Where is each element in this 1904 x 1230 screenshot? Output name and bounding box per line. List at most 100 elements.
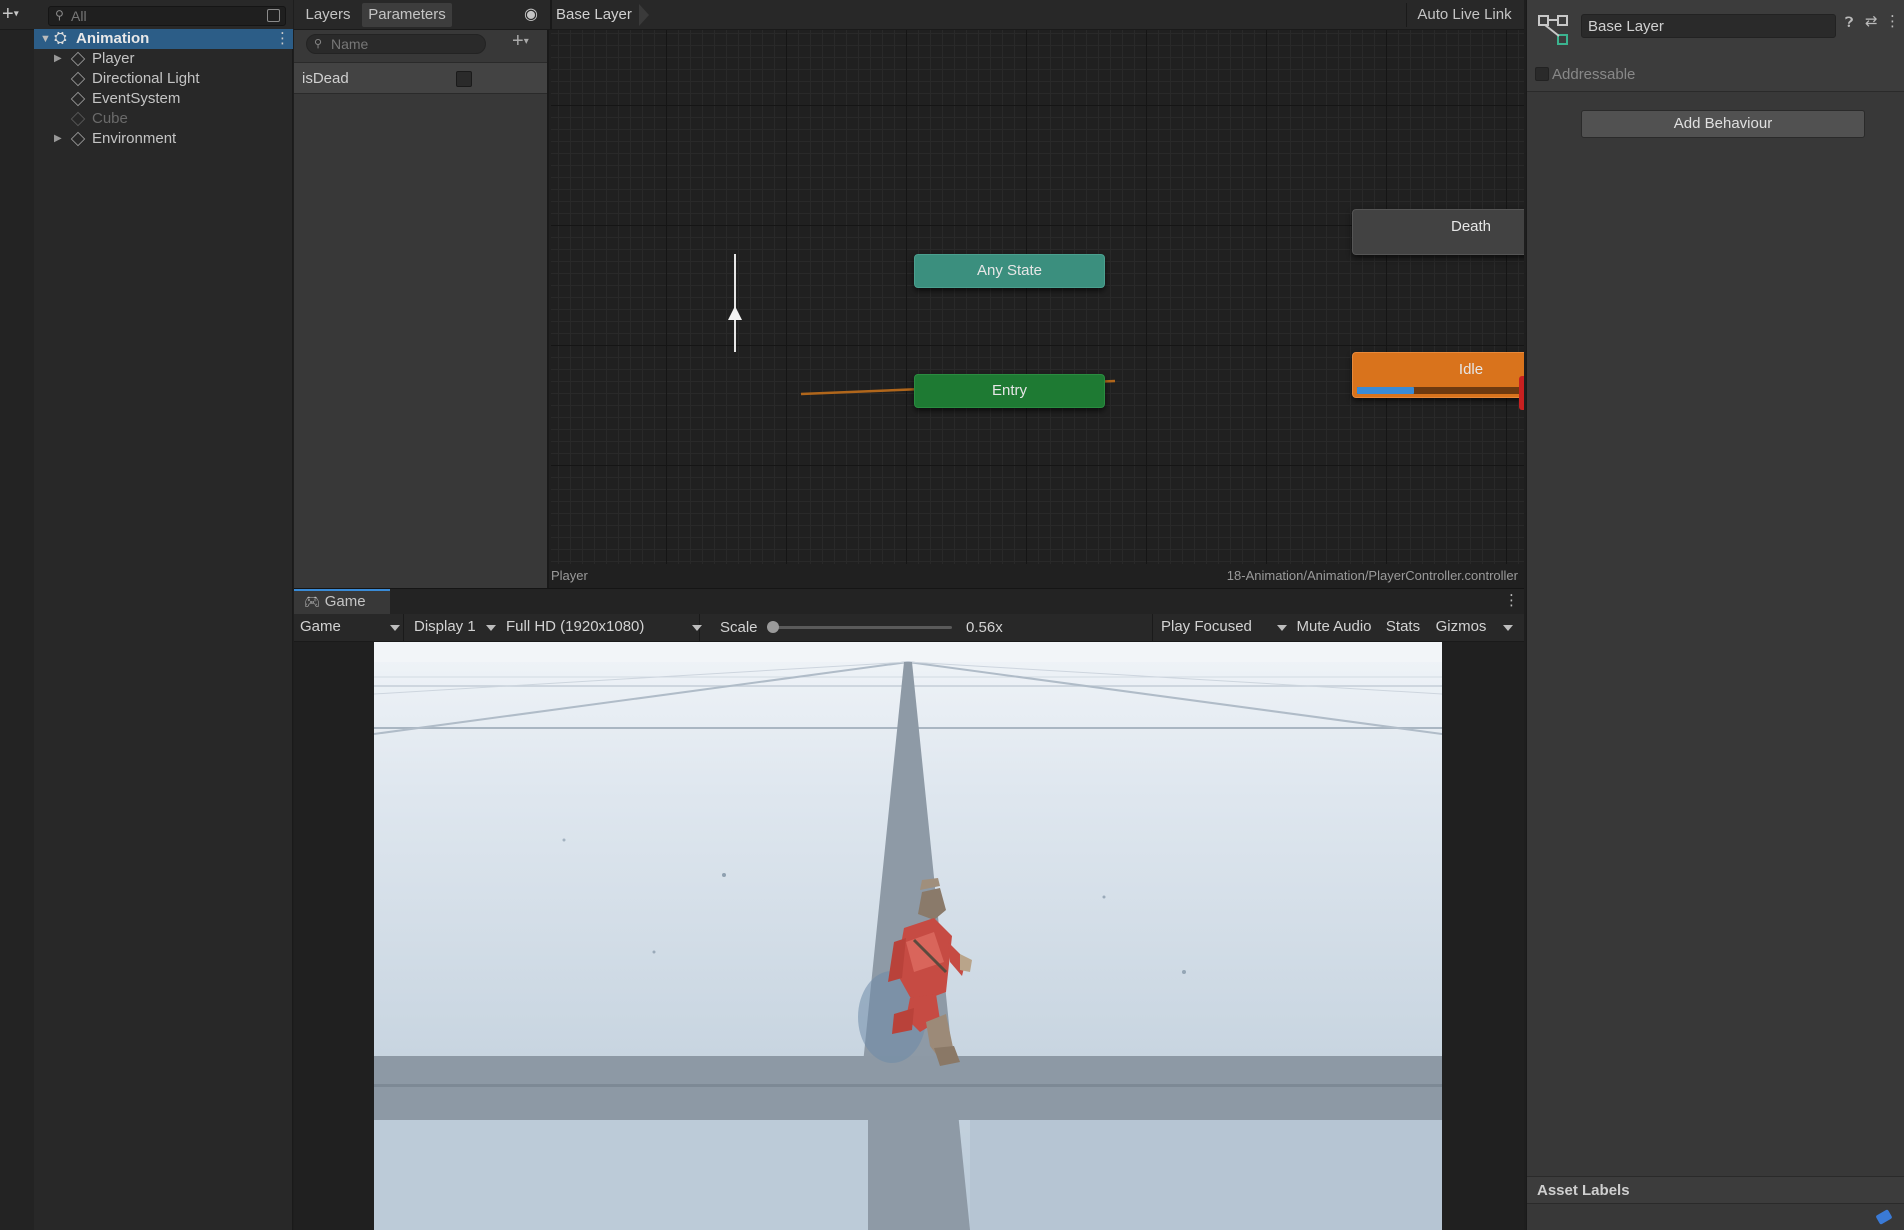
breadcrumb-base-layer[interactable]: Base Layer — [556, 3, 648, 27]
chevron-down-icon — [692, 625, 702, 631]
gameobject-icon — [70, 91, 86, 107]
hierarchy-gutter — [0, 30, 34, 1230]
display-label: Display 1 — [414, 618, 476, 635]
animator-window: Layers Parameters ◉ Base Layer Auto Live… — [294, 0, 1524, 588]
resolution-label: Full HD (1920x1080) — [506, 618, 645, 635]
state-death[interactable]: Death — [1352, 209, 1524, 255]
inspector-header: Base Layer ❓︎ ⇄ ⋮ Addressable — [1527, 0, 1904, 92]
tab-game-label: Game — [324, 593, 366, 610]
hierarchy-toolbar: +▾ ⚲ All — [0, 0, 293, 30]
gameobject-icon — [70, 51, 86, 67]
search-placeholder: Name — [331, 36, 369, 52]
search-icon: ⚲ — [314, 38, 323, 50]
state-machine-graph[interactable]: Any State Entry Death Idle — [551, 30, 1524, 564]
label-tag-icon[interactable] — [1875, 1209, 1893, 1225]
layer-name-field[interactable]: Base Layer — [1581, 14, 1836, 38]
stats-button[interactable]: Stats — [1380, 614, 1426, 642]
parameter-search-input[interactable]: ⚲ Name — [306, 34, 486, 54]
hierarchy-item-environment[interactable]: ▶ Environment — [34, 129, 293, 149]
auto-live-link-button[interactable]: Auto Live Link — [1406, 3, 1522, 27]
state-label: Death — [1450, 218, 1492, 235]
scale-slider-thumb[interactable] — [767, 621, 779, 633]
state-machine-icon — [1538, 15, 1568, 45]
resolution-dropdown[interactable]: Full HD (1920x1080) — [500, 614, 702, 642]
state-label: Entry — [991, 382, 1027, 399]
game-menu-icon[interactable]: ⋮ — [1504, 591, 1519, 609]
gameobject-icon — [70, 71, 86, 87]
tab-game[interactable]: 🎮︎ Game — [294, 589, 390, 615]
preset-icon[interactable]: ⇄ — [1865, 12, 1878, 30]
hierarchy-item-player[interactable]: ▶ Player — [34, 49, 293, 69]
gamepad-icon: 🎮︎ — [304, 594, 321, 609]
add-behaviour-button[interactable]: Add Behaviour — [1581, 110, 1865, 138]
hierarchy-item-directional-light[interactable]: Directional Light — [34, 69, 293, 89]
view-mode-dropdown[interactable]: Game — [294, 614, 404, 642]
transitions-layer — [728, 254, 1116, 396]
animator-footer: Player 18-Animation/Animation/PlayerCont… — [551, 564, 1524, 588]
eye-icon[interactable]: ◉ — [524, 4, 538, 24]
display-dropdown[interactable]: Display 1 — [406, 614, 498, 642]
add-parameter-icon[interactable]: +▾ — [512, 30, 529, 53]
search-placeholder: All — [71, 8, 87, 24]
scale-value: 0.56x — [966, 619, 1003, 636]
gameobject-icon — [70, 111, 86, 127]
hierarchy-panel: +▾ ⚲ All ▼ ⛭ Animation ⋮ ▶ Player Direct… — [0, 0, 293, 1230]
footer-object-name: Player — [551, 568, 588, 583]
chevron-down-icon — [1503, 625, 1513, 631]
tab-layers[interactable]: Layers — [296, 3, 360, 27]
game-toolbar: Game Display 1 Full HD (1920x1080) Scale… — [294, 614, 1524, 642]
hierarchy-item-label: Environment — [92, 130, 177, 147]
parameter-row-isdead[interactable]: isDead — [294, 62, 547, 94]
hierarchy-item-label: Player — [92, 50, 135, 67]
game-tab-bar: 🎮︎ Game ⋮ — [294, 588, 1524, 615]
state-entry[interactable]: Entry — [914, 374, 1105, 408]
hierarchy-item-cube[interactable]: Cube — [34, 109, 293, 129]
hierarchy-item-label: Directional Light — [92, 70, 200, 87]
scene-menu-icon[interactable]: ⋮ — [275, 29, 290, 49]
asset-labels-title: Asset Labels — [1537, 1182, 1630, 1199]
game-render — [374, 642, 1442, 1230]
search-icon: ⚲ — [55, 8, 64, 22]
create-dropdown-button[interactable]: +▾ — [2, 4, 36, 26]
view-mode-label: Game — [300, 618, 341, 635]
parameter-bool-checkbox[interactable] — [456, 71, 472, 87]
hierarchy-item-eventsystem[interactable]: EventSystem — [34, 89, 293, 109]
scale-label: Scale — [720, 619, 758, 636]
help-icon[interactable]: ❓︎ — [1845, 14, 1853, 31]
asset-labels-header[interactable]: Asset Labels — [1527, 1176, 1904, 1204]
breadcrumb-arrow-icon — [639, 4, 649, 26]
state-idle[interactable]: Idle — [1352, 352, 1524, 398]
state-any-state[interactable]: Any State — [914, 254, 1105, 288]
expand-arrow-icon[interactable]: ▶ — [54, 129, 62, 149]
expand-arrow-icon[interactable]: ▼ — [40, 29, 51, 49]
play-focus-label: Play Focused — [1161, 618, 1252, 635]
play-focus-dropdown[interactable]: Play Focused — [1152, 614, 1288, 642]
gizmos-button[interactable]: Gizmos — [1428, 614, 1494, 642]
tab-parameters[interactable]: Parameters — [362, 3, 452, 27]
expand-arrow-icon[interactable]: ▶ — [54, 49, 62, 69]
state-exit-partial[interactable] — [1519, 376, 1524, 410]
transition-arrow-icon — [728, 306, 742, 320]
inspector-menu-icon[interactable]: ⋮ — [1885, 12, 1900, 30]
layer-name-value: Base Layer — [1588, 18, 1664, 35]
mute-audio-button[interactable]: Mute Audio — [1290, 614, 1378, 642]
divider — [550, 0, 552, 30]
addressable-checkbox[interactable] — [1535, 67, 1549, 81]
game-window: 🎮︎ Game ⋮ Game Display 1 Full HD (1920x1… — [294, 588, 1524, 1230]
scale-slider-track[interactable] — [772, 626, 952, 629]
chevron-down-icon — [390, 625, 400, 631]
hierarchy-search-input[interactable]: ⚲ All — [48, 6, 286, 26]
state-label: Idle — [1458, 361, 1484, 378]
gizmos-dropdown[interactable] — [1496, 614, 1520, 642]
gameobject-icon — [70, 131, 86, 147]
chevron-down-icon — [1277, 625, 1287, 631]
game-viewport[interactable] — [374, 642, 1442, 1230]
scene-icon: ⛭ — [54, 30, 67, 47]
inspector-panel: Base Layer ❓︎ ⇄ ⋮ Addressable Add Behavi… — [1526, 0, 1904, 1230]
scene-row[interactable]: ▼ ⛭ Animation ⋮ — [34, 29, 293, 49]
search-by-type-icon[interactable] — [267, 9, 280, 22]
state-label: Any State — [976, 262, 1043, 279]
parameters-pane: ⚲ Name +▾ isDead — [294, 30, 549, 588]
scene-name: Animation — [76, 30, 150, 47]
hierarchy-item-label: Cube — [92, 110, 128, 127]
